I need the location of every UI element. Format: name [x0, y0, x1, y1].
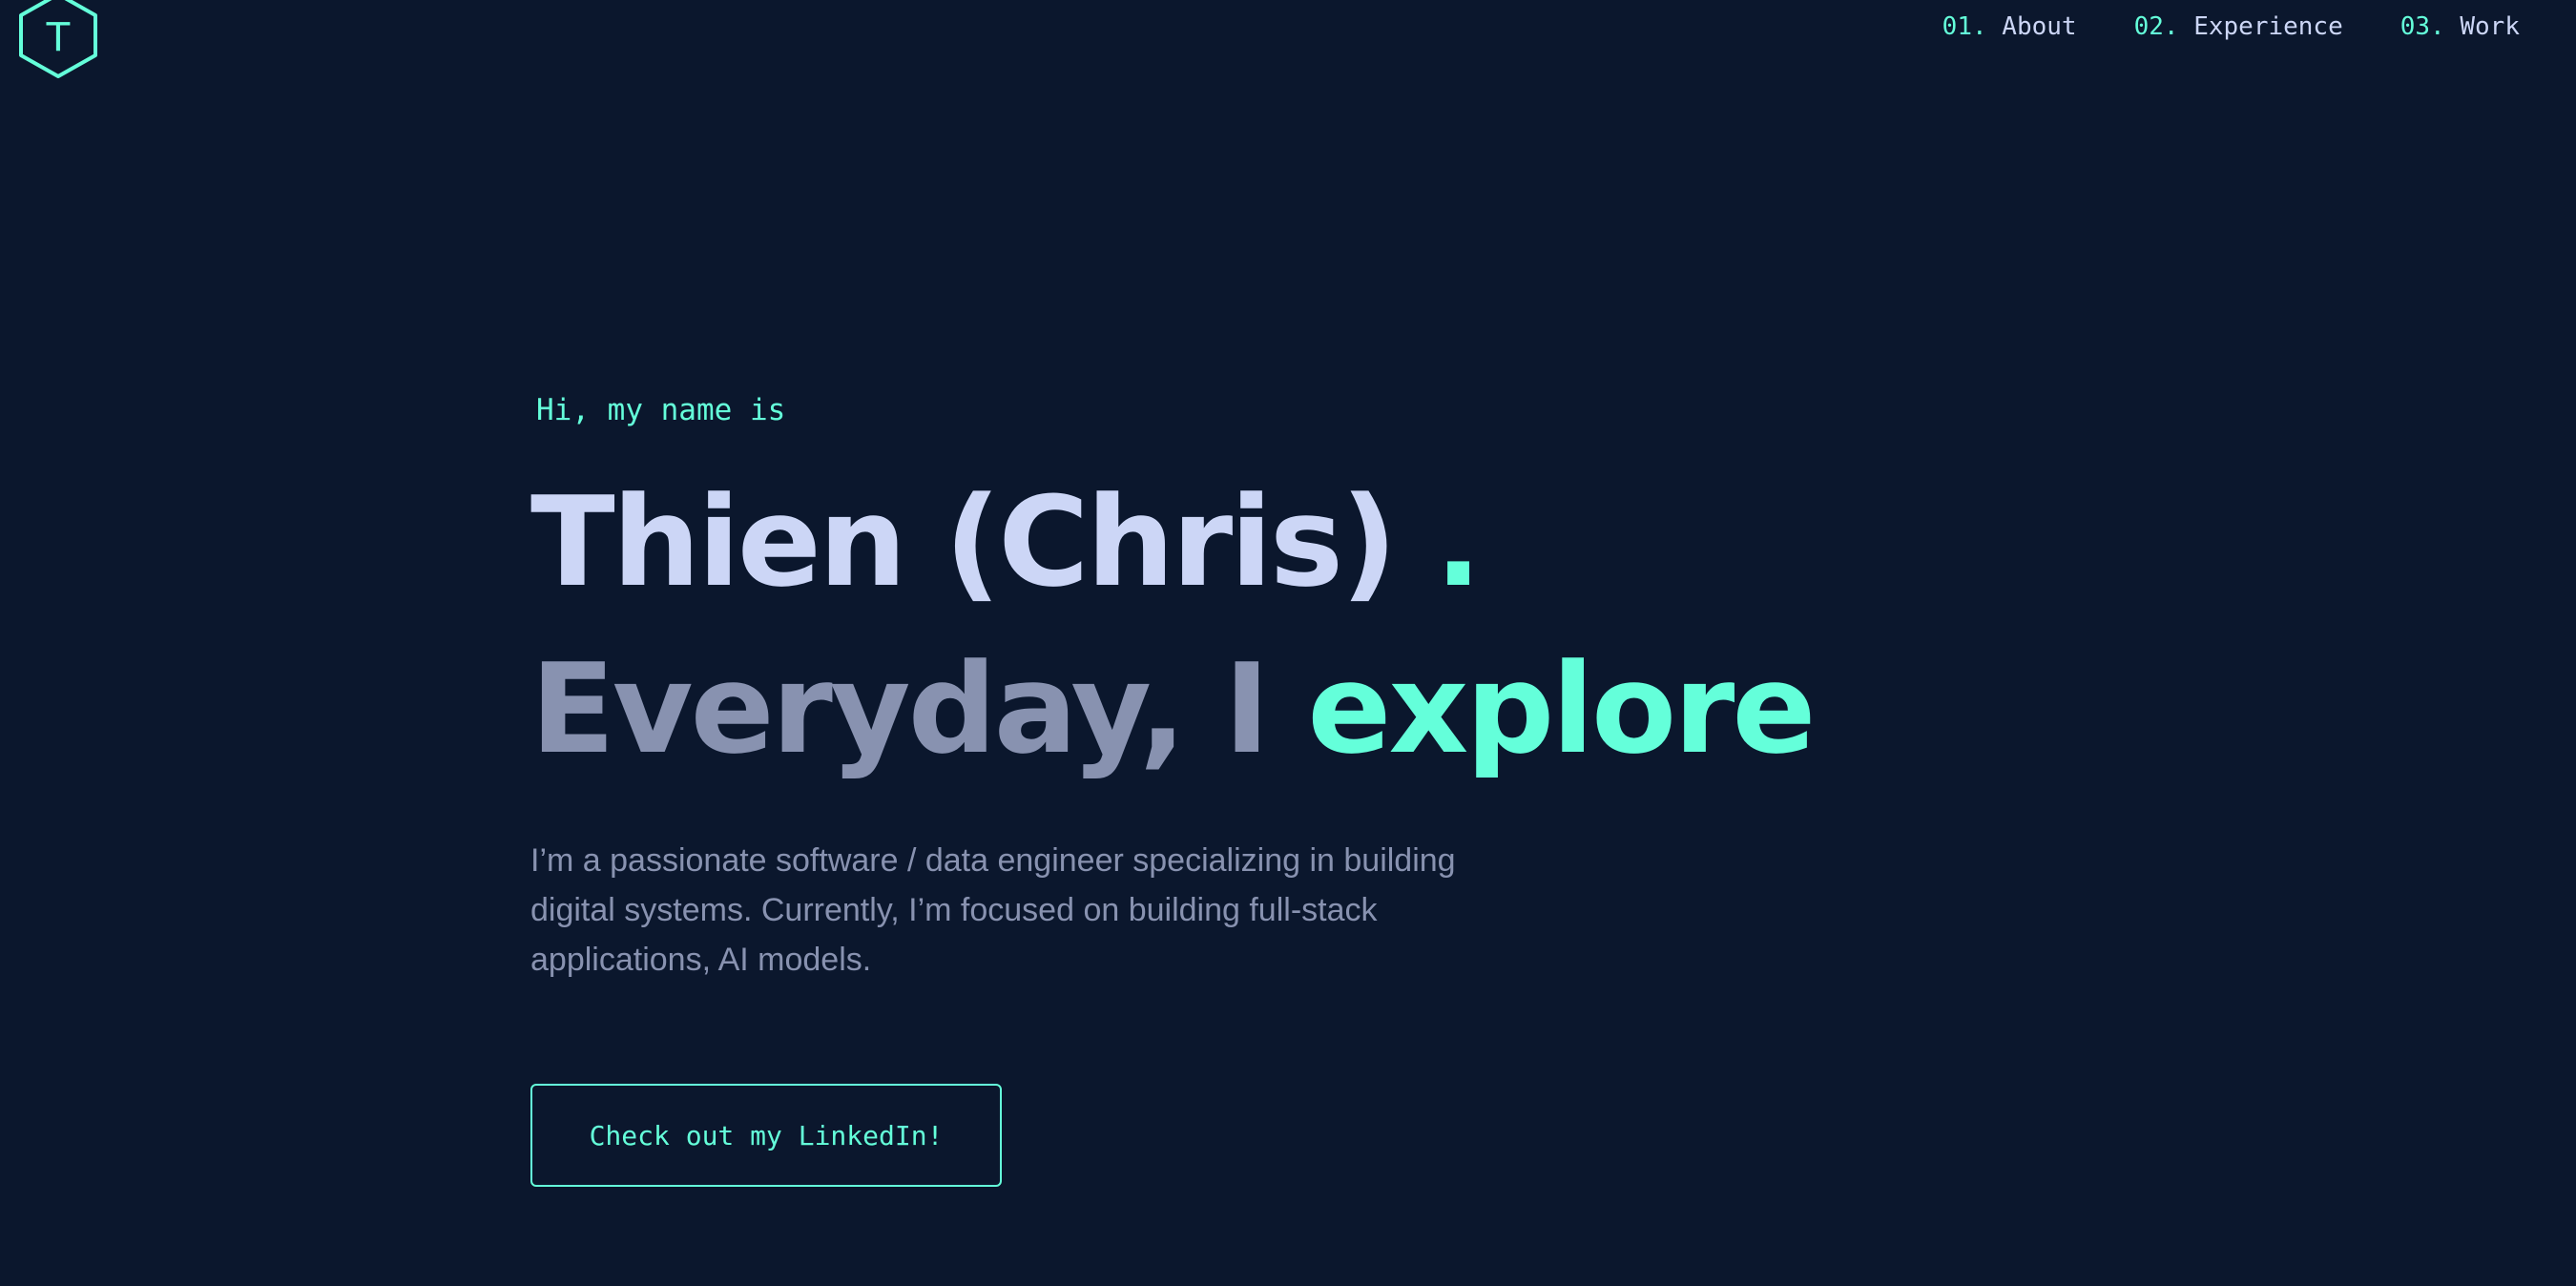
logo-letter: T	[46, 13, 72, 60]
hero-tagline-accent: explore	[1307, 636, 1816, 781]
nav-number: 02.	[2133, 12, 2179, 41]
hero-name: Thien (Chris) .	[530, 466, 1482, 618]
nav-link-work[interactable]: 03. Work	[2400, 11, 2520, 42]
nav-link-about[interactable]: 01. About	[1942, 11, 2077, 42]
hero-bio: I’m a passionate software / data enginee…	[530, 842, 1456, 978]
logo-link[interactable]: T	[15, 0, 101, 78]
top-nav: 01. About 02. Experience 03. Work	[1942, 11, 2520, 42]
hero-name-text: Thien (Chris)	[530, 469, 1435, 614]
nav-number: 01.	[1942, 12, 1987, 41]
linkedin-button[interactable]: Check out my LinkedIn!	[530, 1084, 1002, 1187]
nav-label: Work	[2460, 12, 2520, 41]
hero-greeting: Hi, my name is	[536, 393, 786, 427]
hero-tagline: Everyday, I explore	[530, 633, 1817, 785]
hero-tagline-prefix: Everyday, I	[530, 636, 1308, 781]
nav-label: About	[2002, 12, 2077, 41]
nav-link-experience[interactable]: 02. Experience	[2134, 11, 2343, 42]
hexagon-logo-icon: T	[19, 0, 97, 78]
nav-label: Experience	[2193, 12, 2343, 41]
nav-number: 03.	[2399, 12, 2445, 41]
hero-name-dot: .	[1434, 469, 1482, 614]
